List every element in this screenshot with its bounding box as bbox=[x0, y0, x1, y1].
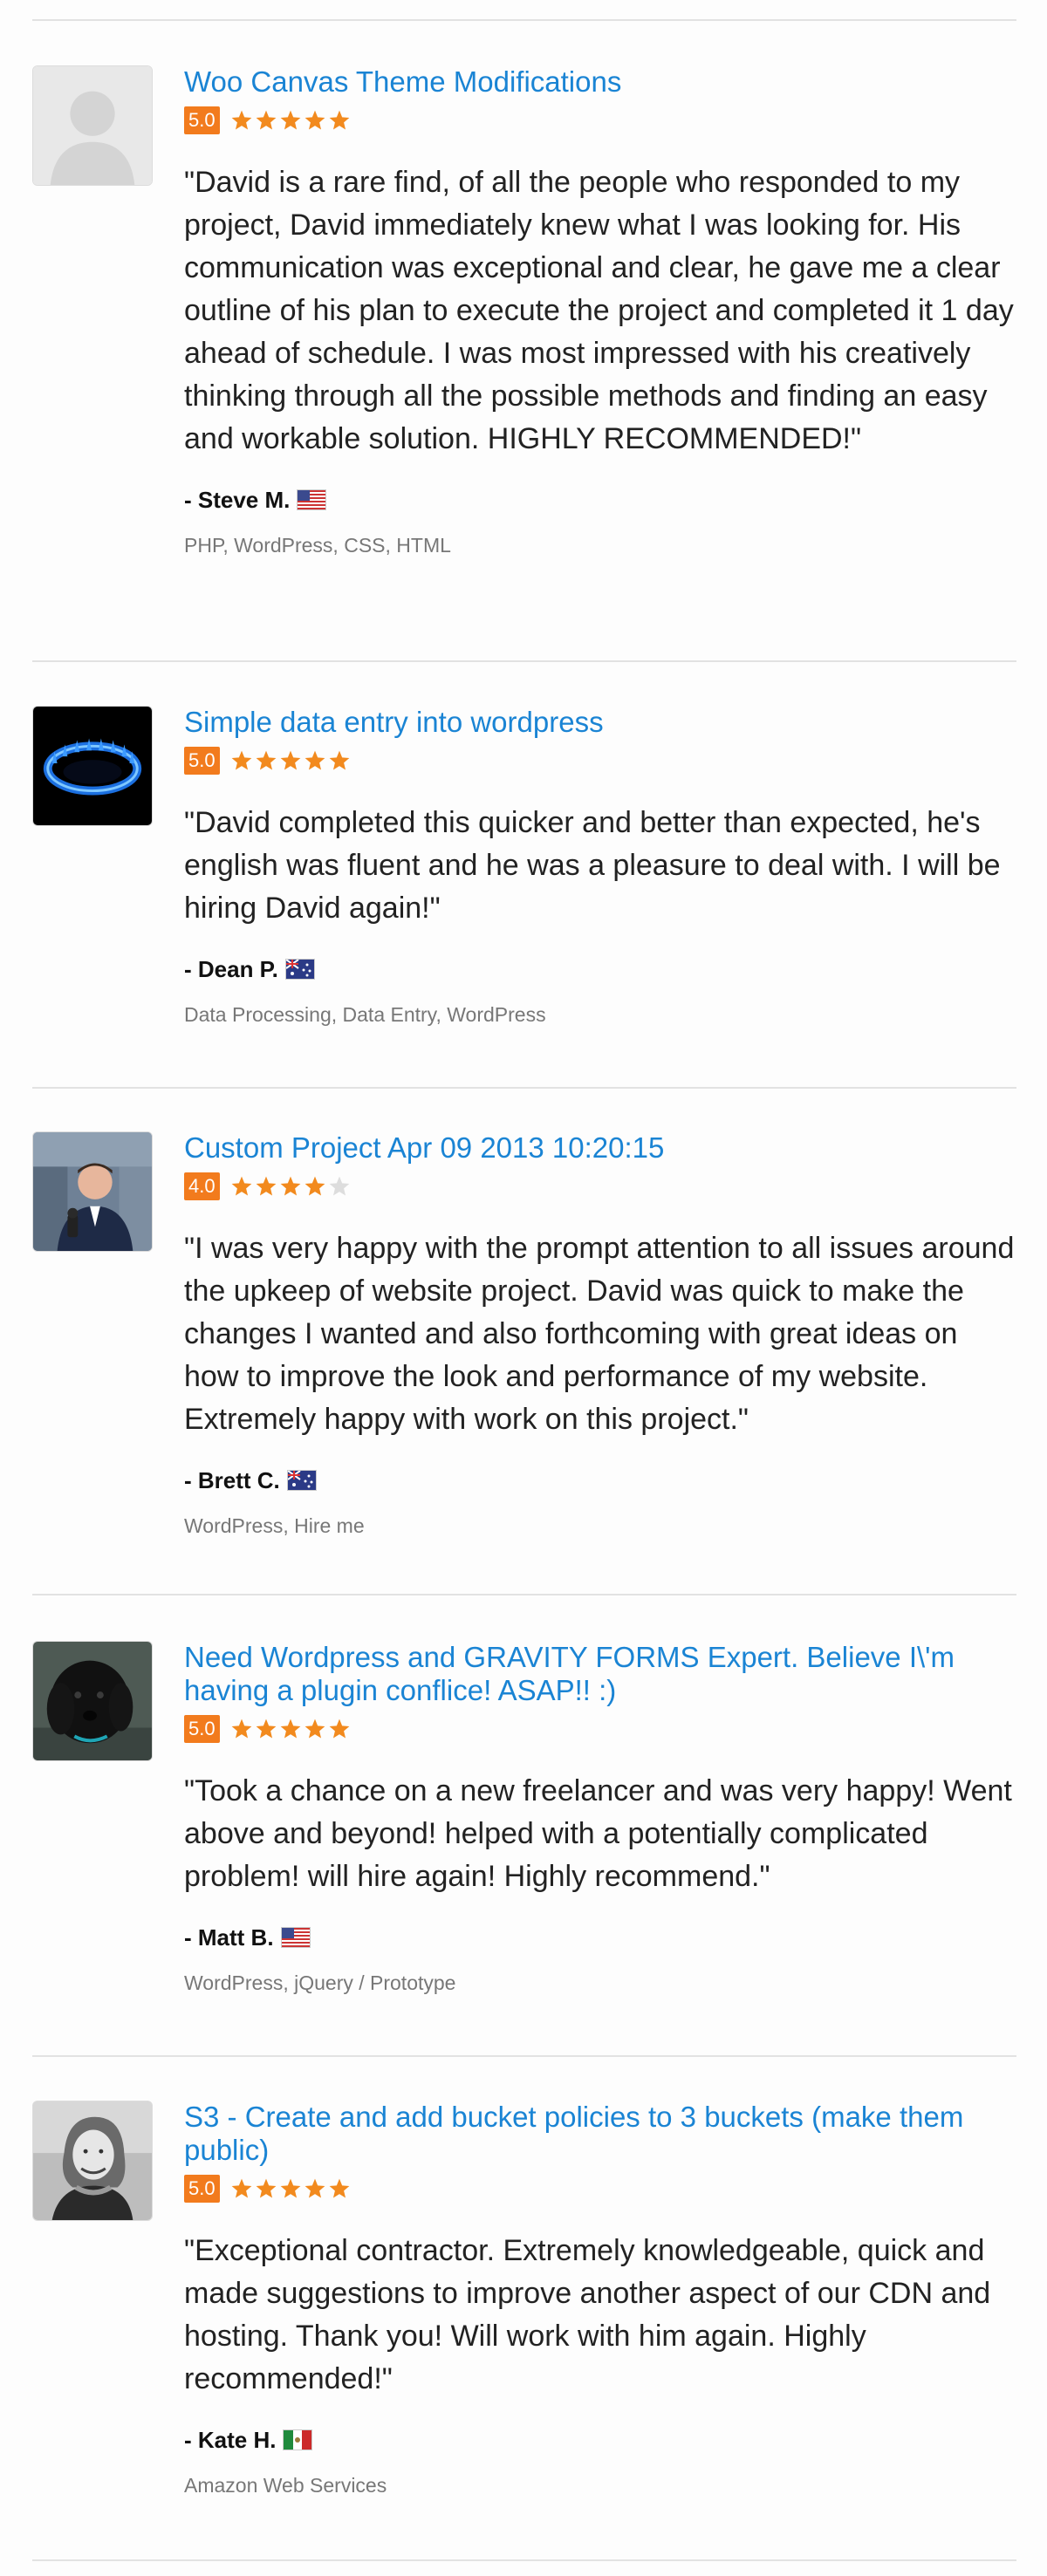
rating: 5.0 bbox=[184, 106, 1016, 135]
star-filled-icon bbox=[329, 1718, 349, 1739]
star-filled-icon bbox=[305, 110, 325, 130]
review-divider bbox=[32, 1594, 1016, 1595]
star-rating bbox=[230, 2177, 352, 2200]
star-filled-icon bbox=[231, 110, 251, 130]
star-filled-icon bbox=[329, 110, 349, 130]
review-quote: "David is a rare find, of all the people… bbox=[184, 166, 1014, 455]
gas-flame-photo-icon bbox=[32, 706, 153, 826]
default-avatar-icon bbox=[32, 65, 153, 186]
star-filled-icon bbox=[305, 2178, 325, 2198]
star-filled-icon bbox=[256, 750, 276, 770]
star-filled-icon bbox=[256, 110, 276, 130]
review-divider bbox=[32, 2559, 1016, 2561]
skills-list: PHP, WordPress, CSS, HTML bbox=[184, 534, 451, 557]
star-filled-icon bbox=[256, 1176, 276, 1196]
star-filled-icon bbox=[280, 110, 300, 130]
review-divider bbox=[32, 2055, 1016, 2057]
woman-portrait-photo-icon bbox=[32, 2101, 153, 2221]
review-title[interactable]: Simple data entry into wordpress bbox=[184, 706, 1016, 739]
review-divider bbox=[32, 660, 1016, 662]
top-divider bbox=[32, 19, 1016, 21]
star-filled-icon bbox=[305, 1718, 325, 1739]
au-flag-icon bbox=[286, 1470, 317, 1491]
rating-score-badge: 5.0 bbox=[184, 2175, 220, 2203]
star-empty-icon bbox=[329, 1176, 349, 1196]
skills-list: WordPress, Hire me bbox=[184, 1514, 365, 1537]
review-quote: "Exceptional contractor. Extremely knowl… bbox=[184, 2234, 991, 2395]
rating: 5.0 bbox=[184, 746, 1016, 776]
rating: 5.0 bbox=[184, 2174, 1016, 2204]
rating-score-badge: 4.0 bbox=[184, 1172, 220, 1200]
rating-score-badge: 5.0 bbox=[184, 747, 220, 775]
star-filled-icon bbox=[256, 2178, 276, 2198]
us-flag-icon bbox=[280, 1927, 311, 1948]
review-title[interactable]: S3 - Create and add bucket policies to 3… bbox=[184, 2101, 1016, 2167]
us-flag-icon bbox=[297, 489, 327, 510]
review-title[interactable]: Custom Project Apr 09 2013 10:20:15 bbox=[184, 1131, 1016, 1165]
star-filled-icon bbox=[280, 2178, 300, 2198]
star-rating bbox=[230, 109, 352, 132]
rating: 4.0 bbox=[184, 1172, 1016, 1201]
star-filled-icon bbox=[231, 750, 251, 770]
rating-score-badge: 5.0 bbox=[184, 106, 220, 134]
star-filled-icon bbox=[280, 1718, 300, 1739]
rating: 5.0 bbox=[184, 1714, 1016, 1744]
reviewer-name: - Dean P. bbox=[184, 955, 278, 982]
mx-flag-icon bbox=[283, 2429, 313, 2450]
rating-score-badge: 5.0 bbox=[184, 1715, 220, 1743]
review-quote: "David completed this quicker and better… bbox=[184, 806, 1001, 925]
reporter-photo-icon bbox=[32, 1131, 153, 1252]
star-filled-icon bbox=[329, 750, 349, 770]
review-quote: "Took a chance on a new freelancer and w… bbox=[184, 1774, 1012, 1893]
star-rating bbox=[230, 749, 352, 772]
skills-list: WordPress, jQuery / Prototype bbox=[184, 1971, 456, 1994]
star-rating bbox=[230, 1718, 352, 1740]
review-title[interactable]: Need Wordpress and GRAVITY FORMS Expert.… bbox=[184, 1641, 1016, 1707]
star-filled-icon bbox=[231, 2178, 251, 2198]
review-quote: "I was very happy with the prompt attent… bbox=[184, 1232, 1015, 1436]
reviewer-name: - Brett C. bbox=[184, 1466, 280, 1493]
review-divider bbox=[32, 1087, 1016, 1089]
star-filled-icon bbox=[280, 1176, 300, 1196]
star-filled-icon bbox=[280, 750, 300, 770]
skills-list: Data Processing, Data Entry, WordPress bbox=[184, 1003, 546, 1026]
star-filled-icon bbox=[305, 1176, 325, 1196]
star-rating bbox=[230, 1175, 352, 1198]
black-dog-photo-icon bbox=[32, 1641, 153, 1761]
star-filled-icon bbox=[256, 1718, 276, 1739]
star-filled-icon bbox=[305, 750, 325, 770]
star-filled-icon bbox=[231, 1718, 251, 1739]
skills-list: Amazon Web Services bbox=[184, 2474, 387, 2497]
star-filled-icon bbox=[329, 2178, 349, 2198]
star-filled-icon bbox=[231, 1176, 251, 1196]
au-flag-icon bbox=[284, 959, 315, 980]
review-title[interactable]: Woo Canvas Theme Modifications bbox=[184, 65, 1016, 99]
reviewer-name: - Kate H. bbox=[184, 2426, 277, 2453]
reviewer-name: - Steve M. bbox=[184, 486, 291, 513]
reviewer-name: - Matt B. bbox=[184, 1923, 274, 1951]
